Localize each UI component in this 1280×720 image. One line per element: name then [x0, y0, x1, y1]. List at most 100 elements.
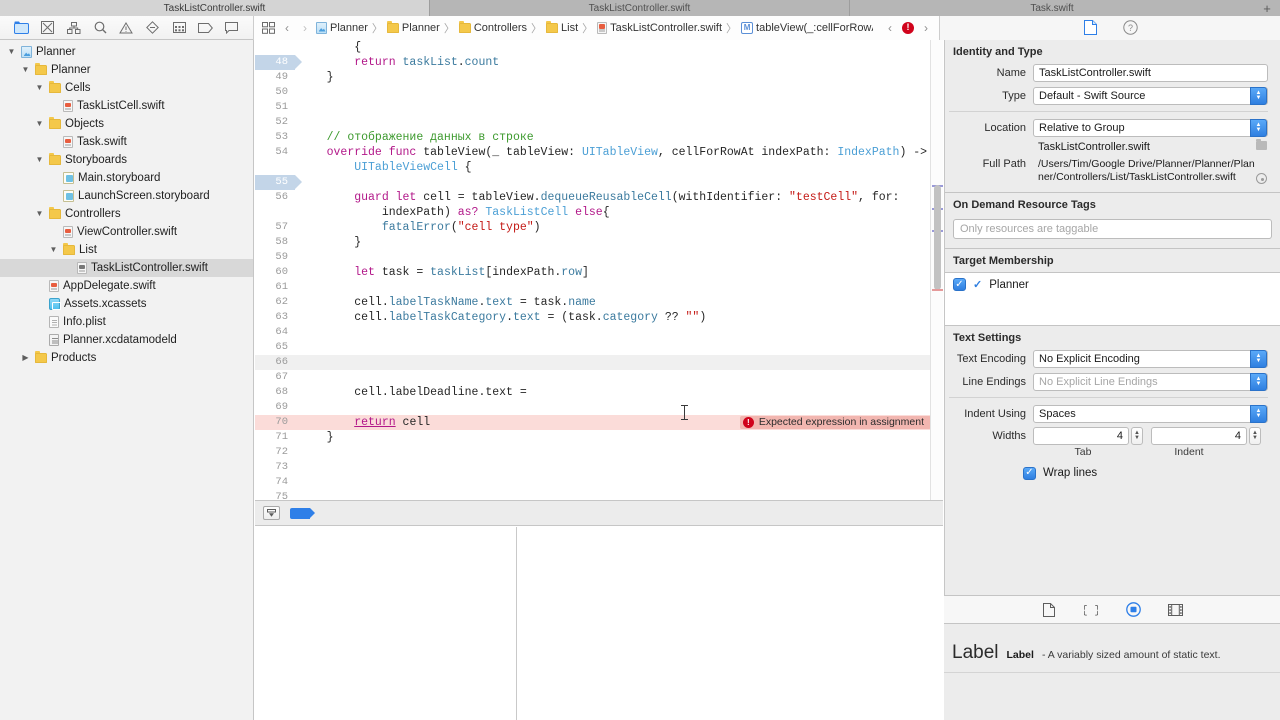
test-navigator-icon[interactable] — [144, 20, 161, 36]
disclosure-triangle-icon[interactable]: ▸ — [48, 174, 59, 182]
disclosure-triangle-icon[interactable]: ▼ — [6, 48, 17, 56]
navigator-item[interactable]: ▼ Controllers — [0, 205, 253, 223]
tab-width-stepper[interactable]: ▲ ▼ — [1131, 427, 1143, 445]
navigator-item[interactable]: ▼ Cells — [0, 79, 253, 97]
indent-using-popup[interactable]: Spaces ▲ ▼ — [1033, 405, 1268, 423]
navigate-back-button[interactable]: ‹ — [280, 21, 294, 35]
debug-navigator-icon[interactable] — [171, 20, 188, 36]
code-line[interactable]: 71 } — [255, 430, 943, 445]
symbol-navigator-icon[interactable] — [65, 20, 82, 36]
code-line[interactable]: 62 cell.labelTaskName.text = task.name — [255, 295, 943, 310]
code-line[interactable]: 68 cell.labelDeadline.text = — [255, 385, 943, 400]
editor-scrollbar[interactable] — [930, 40, 943, 500]
breadcrumb-item-method[interactable]: M tableView(_:cellForRowAt:) — [741, 21, 873, 34]
code-line[interactable]: 54 override func tableView(_ tableView: … — [255, 145, 943, 160]
disclosure-triangle-icon[interactable]: ▸ — [34, 300, 45, 308]
wrap-lines-checkbox[interactable]: ✓ — [1023, 466, 1036, 480]
disclosure-triangle-icon[interactable]: ▼ — [34, 84, 45, 92]
code-line[interactable]: 48 return taskList.count — [255, 55, 943, 70]
breadcrumb-item-group-planner[interactable]: Planner — [386, 20, 440, 34]
previous-issue-button[interactable]: ‹ — [883, 21, 897, 35]
window-tab-0[interactable]: TaskListController.swift — [0, 0, 430, 16]
file-template-library-icon[interactable] — [1039, 601, 1059, 619]
code-line[interactable]: 63 cell.labelTaskCategory.text = (task.c… — [255, 310, 943, 325]
disclosure-triangle-icon[interactable]: ▸ — [48, 102, 59, 110]
project-navigator[interactable]: ▼ Planner ▼ Planner ▼ Cells ▸ TaskListCell.swif… — [0, 40, 254, 720]
project-navigator-icon[interactable] — [13, 20, 30, 36]
disclosure-triangle-icon[interactable]: ▸ — [48, 228, 59, 236]
window-tab-2[interactable]: Task.swift — [850, 0, 1254, 16]
target-checkbox[interactable]: ✓ — [953, 278, 966, 291]
source-control-navigator-icon[interactable] — [39, 20, 56, 36]
error-badge[interactable]: ! Expected expression in assignment — [739, 416, 931, 429]
code-snippet-library-icon[interactable]: { } — [1081, 601, 1101, 619]
hide-debug-area-button[interactable] — [263, 506, 280, 520]
code-line[interactable]: 53 // отображение данных в строке — [255, 130, 943, 145]
code-line[interactable]: 50 — [255, 85, 943, 100]
breadcrumb-item-project[interactable]: Planner — [316, 21, 368, 34]
code-line[interactable]: 61 — [255, 280, 943, 295]
disclosure-triangle-icon[interactable]: ▸ — [48, 138, 59, 146]
code-lines[interactable]: {48 return taskList.count 49 } 50 51 52 53 //… — [255, 40, 943, 500]
navigator-item[interactable]: ▶ Products — [0, 349, 253, 367]
disclosure-triangle-icon[interactable]: ▸ — [48, 192, 59, 200]
navigator-item[interactable]: ▸ Assets.xcassets — [0, 295, 253, 313]
disclosure-triangle-icon[interactable]: ▸ — [34, 318, 45, 326]
navigator-item[interactable]: ▼ Storyboards — [0, 151, 253, 169]
target-item-planner[interactable]: ✓ ✓ Planner — [953, 278, 1272, 291]
breadcrumb-item-controllers[interactable]: Controllers — [458, 20, 527, 34]
code-line[interactable]: 74 — [255, 475, 943, 490]
code-line[interactable]: 51 — [255, 100, 943, 115]
disclosure-triangle-icon[interactable]: ▼ — [48, 246, 59, 254]
navigator-item[interactable]: ▸ TaskListController.swift — [0, 259, 253, 277]
debug-console-pane[interactable] — [518, 527, 943, 720]
navigator-item[interactable]: ▼ List — [0, 241, 253, 259]
scrollbar-thumb[interactable] — [934, 185, 941, 290]
disclosure-triangle-icon[interactable]: ▸ — [34, 336, 45, 344]
breakpoint-toggle[interactable] — [290, 507, 315, 519]
location-popup[interactable]: Relative to Group ▲ ▼ — [1033, 119, 1268, 137]
new-tab-button[interactable]: + — [1254, 0, 1280, 16]
encoding-popup[interactable]: No Explicit Encoding ▲ ▼ — [1033, 350, 1268, 368]
file-inspector-icon[interactable] — [1081, 20, 1099, 36]
code-line[interactable]: 70 return cell! Expected expression in as… — [255, 415, 943, 430]
resource-tags-field[interactable]: Only resources are taggable — [953, 219, 1272, 239]
issue-navigator-icon[interactable] — [118, 20, 135, 36]
window-tab-1[interactable]: TaskListController.swift — [430, 0, 850, 16]
code-line[interactable]: { — [255, 40, 943, 55]
navigator-item[interactable]: ▸ AppDelegate.swift — [0, 277, 253, 295]
disclosure-triangle-icon[interactable]: ▼ — [34, 156, 45, 164]
line-endings-popup[interactable]: No Explicit Line Endings ▲ ▼ — [1033, 373, 1268, 391]
choose-file-icon[interactable] — [1255, 139, 1268, 150]
type-popup[interactable]: Default - Swift Source ▲ ▼ — [1033, 87, 1268, 105]
code-line[interactable]: 67 — [255, 370, 943, 385]
source-editor[interactable]: {48 return taskList.count 49 } 50 51 52 53 //… — [255, 40, 943, 500]
disclosure-triangle-icon[interactable]: ▶ — [20, 354, 31, 362]
find-navigator-icon[interactable] — [92, 20, 109, 36]
code-line[interactable]: 57 fatalError("cell type") — [255, 220, 943, 235]
reveal-in-finder-icon[interactable] — [1255, 173, 1268, 184]
disclosure-triangle-icon[interactable]: ▸ — [34, 282, 45, 290]
debug-variables-pane[interactable] — [255, 527, 517, 720]
code-line[interactable]: 58 } — [255, 235, 943, 250]
navigator-item[interactable]: ▼ Objects — [0, 115, 253, 133]
navigator-item[interactable]: ▼ Planner — [0, 43, 253, 61]
navigator-item[interactable]: ▼ Planner — [0, 61, 253, 79]
code-line[interactable]: 75 — [255, 490, 943, 500]
code-line[interactable]: 64 — [255, 325, 943, 340]
navigator-item[interactable]: ▸ LaunchScreen.storyboard — [0, 187, 253, 205]
navigator-item[interactable]: ▸ Main.storyboard — [0, 169, 253, 187]
indent-width-field[interactable]: 4 — [1151, 427, 1247, 445]
breadcrumb-item-file[interactable]: TaskListController.swift — [597, 21, 722, 34]
code-line[interactable]: UITableViewCell { — [255, 160, 943, 175]
code-line[interactable]: 65 — [255, 340, 943, 355]
code-line[interactable]: 73 — [255, 460, 943, 475]
indent-width-stepper[interactable]: ▲ ▼ — [1249, 427, 1261, 445]
navigator-item[interactable]: ▸ Task.swift — [0, 133, 253, 151]
next-issue-button[interactable]: › — [919, 21, 933, 35]
code-line[interactable]: 60 let task = taskList[indexPath.row] — [255, 265, 943, 280]
navigator-item[interactable]: ▸ Planner.xcdatamodeld — [0, 331, 253, 349]
name-field[interactable]: TaskListController.swift — [1033, 64, 1268, 82]
library-item-label[interactable]: Label Label - A variably sized amount of… — [944, 624, 1280, 664]
related-items-icon[interactable] — [260, 21, 276, 35]
